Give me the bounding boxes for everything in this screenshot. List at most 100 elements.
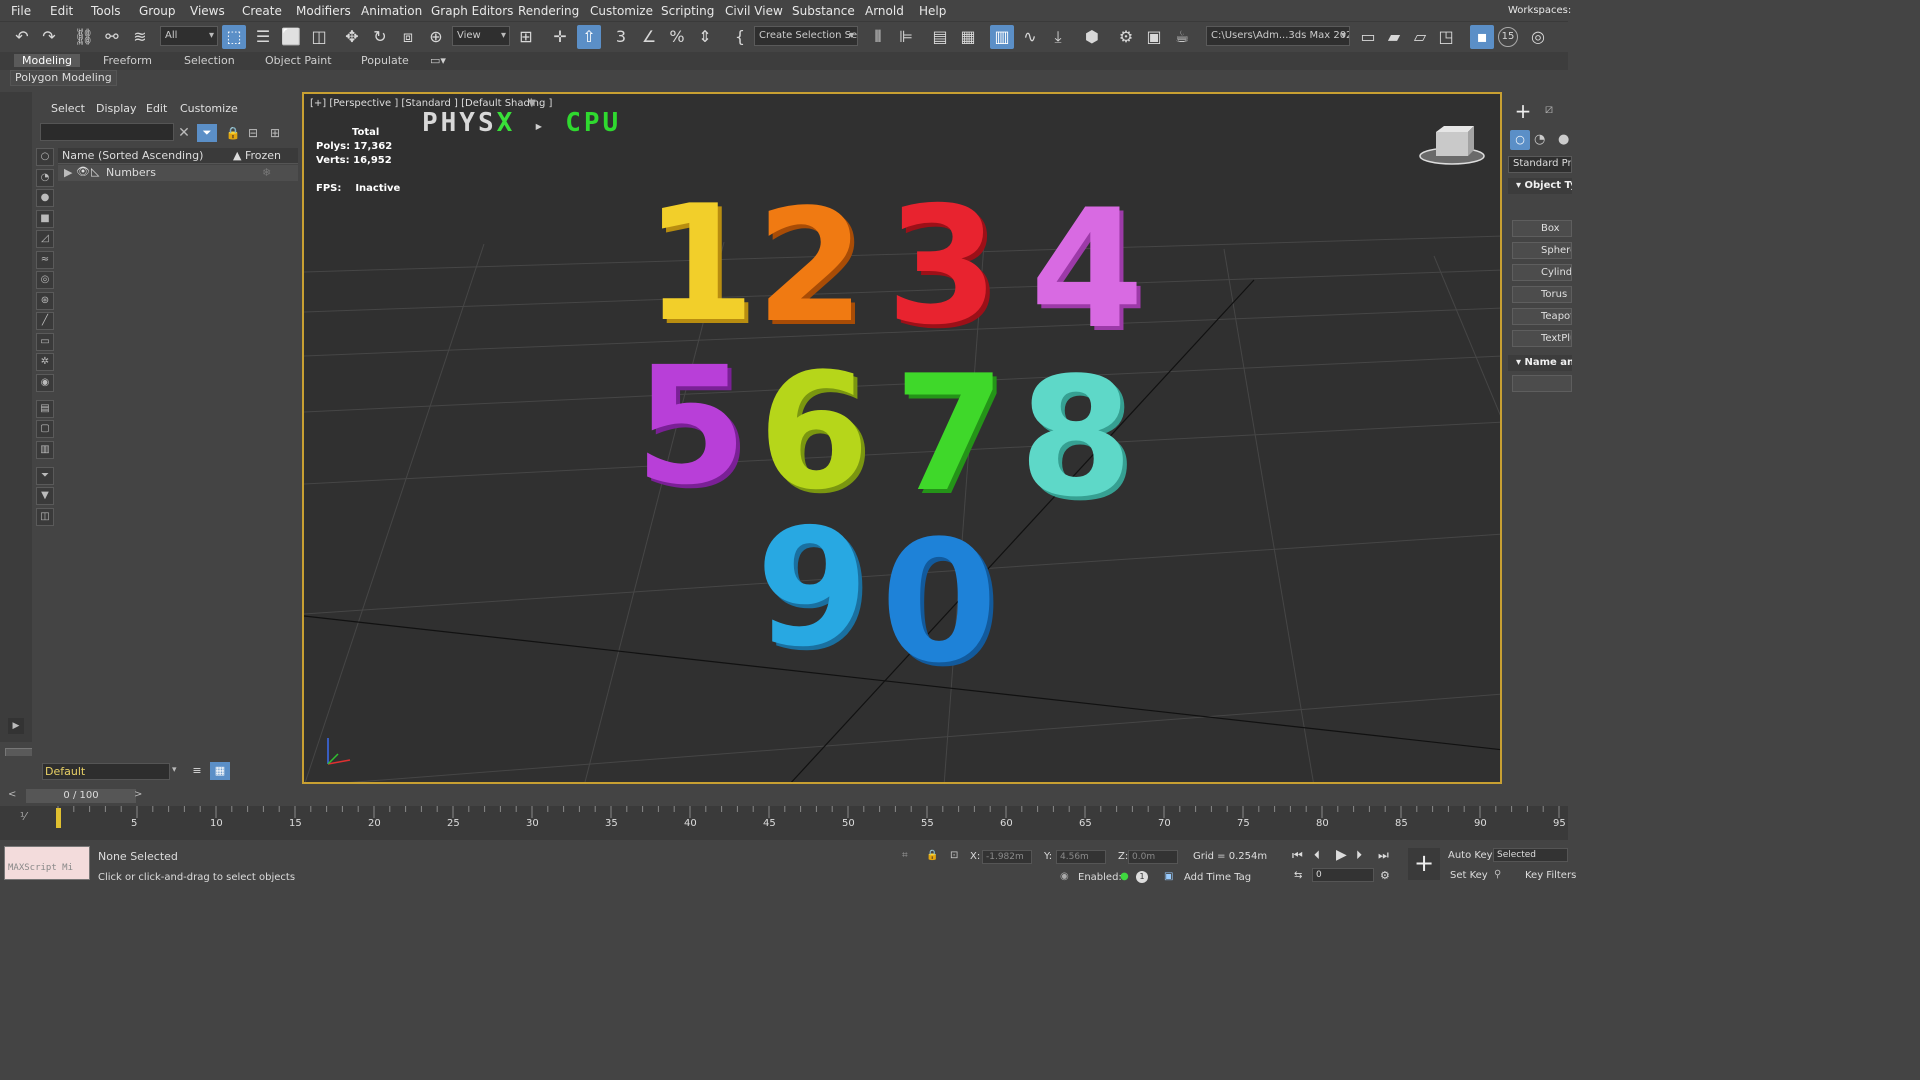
object-category-dropdown[interactable]: Standard Prim xyxy=(1508,156,1572,173)
named-selection-dropdown[interactable]: Create Selection Se xyxy=(754,26,858,46)
add-time-tag-label[interactable]: Add Time Tag xyxy=(1184,872,1251,883)
torus-button[interactable]: Torus xyxy=(1512,286,1572,303)
maxscript-listener[interactable]: MAXScript Mi xyxy=(4,846,90,880)
display-invert-icon[interactable]: ▢ xyxy=(36,420,54,438)
go-to-end-icon[interactable]: ⏭ xyxy=(1378,848,1389,863)
menu-scripting[interactable]: Scripting xyxy=(661,4,714,18)
se-menu-customize[interactable]: Customize xyxy=(180,102,238,115)
funnel-icon[interactable]: ⏷ xyxy=(36,466,54,485)
open-icon[interactable]: ▭ xyxy=(1356,25,1380,49)
workspaces-label[interactable]: Workspaces: xyxy=(1508,5,1571,16)
keyboard-shortcut-override-icon[interactable]: ⇧ xyxy=(577,25,601,49)
number-eight-model[interactable]: 8 xyxy=(1014,356,1138,520)
number-zero-model[interactable]: 0 xyxy=(880,518,998,686)
menu-views[interactable]: Views xyxy=(190,4,225,18)
layers-icon[interactable]: ≡ xyxy=(188,762,206,780)
rectangular-selection-icon[interactable]: ⬜ xyxy=(279,25,303,49)
display-geometry-icon[interactable]: ○ xyxy=(36,148,54,166)
go-to-start-icon[interactable]: ⏮ xyxy=(1292,848,1303,863)
name-color-rollout[interactable]: ▾ Name an xyxy=(1508,355,1572,371)
key-filter-icon[interactable]: ⚲ xyxy=(1494,869,1501,880)
teapot-button[interactable]: Teapot xyxy=(1512,308,1572,325)
pivot-center-icon[interactable]: ⊞ xyxy=(514,25,538,49)
snaps-toggle-icon[interactable]: 3 xyxy=(609,25,633,49)
curve-editor-mini-icon[interactable]: ⅟ xyxy=(20,810,26,823)
material-editor-icon[interactable]: ⬢ xyxy=(1080,25,1104,49)
edit-named-selections-icon[interactable]: { xyxy=(728,25,752,49)
funnel-alt-icon[interactable]: ▼ xyxy=(36,487,54,505)
auto-key-button[interactable]: Auto Key xyxy=(1448,850,1493,861)
key-filters-button[interactable]: Key Filters xyxy=(1525,870,1576,881)
folder-icon[interactable]: ▰ xyxy=(1382,25,1406,49)
layer-explorer-toggle-icon[interactable]: ▦ xyxy=(210,762,230,780)
viewcube-icon[interactable] xyxy=(1419,126,1485,165)
select-object-icon[interactable]: ⬚ xyxy=(222,25,246,49)
mirror-icon[interactable]: ⫴ xyxy=(866,25,890,49)
menu-animation[interactable]: Animation xyxy=(361,4,422,18)
number-two-model[interactable]: 2 xyxy=(756,188,865,344)
undo-icon[interactable]: ↶ xyxy=(10,25,34,49)
bind-space-warp-icon[interactable]: ≋ xyxy=(128,25,152,49)
menu-tools[interactable]: Tools xyxy=(91,4,121,18)
reference-coordinate-dropdown[interactable]: View xyxy=(452,26,510,46)
display-none-icon[interactable]: ▤ xyxy=(36,399,54,418)
align-icon[interactable]: ⊫ xyxy=(894,25,918,49)
timeline-track-bar[interactable]: ⅟ 5 10 15 20 25 30 35 40 45 50 55 60 65 70 75 80 85 90 95 xyxy=(0,806,1568,840)
rendered-frame-window-icon[interactable]: ▣ xyxy=(1142,25,1166,49)
display-all-icon[interactable]: ◉ xyxy=(36,373,54,392)
tab-object-paint[interactable]: Object Paint xyxy=(265,54,332,67)
rotate-icon[interactable]: ↻ xyxy=(368,25,392,49)
number-six-model[interactable]: 6 xyxy=(756,352,872,512)
selection-lock-icon[interactable]: 🔒 xyxy=(926,850,938,861)
freeze-icon[interactable]: ❄ xyxy=(262,166,271,179)
save-icon[interactable]: ▪ xyxy=(1470,25,1494,49)
next-frame-icon[interactable]: ⏵ xyxy=(1356,848,1362,863)
play-icon[interactable]: ▶ xyxy=(1336,847,1347,863)
display-spacewarps-icon[interactable]: ≈ xyxy=(36,250,54,269)
unlink-icon[interactable]: ⚯ xyxy=(100,25,124,49)
display-xrefs-icon[interactable]: ⊛ xyxy=(36,291,54,310)
y-coordinate-field[interactable]: 4.56m xyxy=(1056,850,1106,864)
menu-substance[interactable]: Substance xyxy=(792,4,855,18)
placement-icon[interactable]: ⊕ xyxy=(424,25,448,49)
time-slider[interactable]: < 0 / 100 > xyxy=(4,788,1504,806)
move-icon[interactable]: ✥ xyxy=(340,25,364,49)
import-icon[interactable]: ◳ xyxy=(1434,25,1458,49)
tab-freeform[interactable]: Freeform xyxy=(103,54,152,67)
display-children-icon[interactable]: ▥ xyxy=(36,440,54,459)
isolate-selection-icon[interactable]: ⌗ xyxy=(902,850,908,861)
render-setup-icon[interactable]: ⚙ xyxy=(1114,25,1138,49)
prev-frame-arrow-icon[interactable]: < xyxy=(8,789,16,800)
cylinder-button[interactable]: Cylinder xyxy=(1512,264,1572,281)
layer-hierarchy-icon[interactable]: ⊞ xyxy=(267,125,283,141)
curve-editor-icon[interactable]: ∿ xyxy=(1018,25,1042,49)
ribbon-options-icon[interactable]: ▭▾ xyxy=(430,54,446,67)
history-badge[interactable]: 15 xyxy=(1498,27,1518,47)
create-tab-icon[interactable]: + xyxy=(1512,100,1534,122)
display-helpers-icon[interactable]: ◿ xyxy=(36,230,54,248)
current-layer-field[interactable]: Default xyxy=(42,763,170,780)
menu-modifiers[interactable]: Modifiers xyxy=(296,4,351,18)
menu-arnold[interactable]: Arnold xyxy=(865,4,904,18)
layer-dropdown-icon[interactable]: ▾ xyxy=(172,765,177,775)
filter-icon[interactable]: ⏷ xyxy=(197,124,217,142)
number-seven-model[interactable]: 7 xyxy=(894,354,1005,514)
info-icon[interactable]: 1 xyxy=(1136,871,1148,883)
geometry-icon[interactable]: ○ xyxy=(1510,130,1530,150)
display-containers-icon[interactable]: ▭ xyxy=(36,332,54,351)
menu-civil-view[interactable]: Civil View xyxy=(725,4,783,18)
tab-selection[interactable]: Selection xyxy=(184,54,235,67)
menu-graph-editors[interactable]: Graph Editors xyxy=(431,4,513,18)
hierarchy-icon[interactable]: ⊟ xyxy=(245,125,261,141)
column-name[interactable]: Name (Sorted Ascending) xyxy=(62,149,203,162)
clear-search-icon[interactable]: ✕ xyxy=(176,125,192,141)
link-icon[interactable]: ⛓ xyxy=(72,25,96,49)
perspective-viewport[interactable]: [+] [Perspective ] [Standard ] [Default … xyxy=(302,92,1502,784)
current-frame-marker[interactable] xyxy=(56,808,61,828)
time-slider-thumb[interactable]: 0 / 100 xyxy=(26,789,136,803)
shapes-icon[interactable]: ◔ xyxy=(1534,132,1545,147)
key-set-dropdown[interactable]: Selected xyxy=(1493,848,1568,862)
export-icon[interactable]: ▱ xyxy=(1408,25,1432,49)
window-crossing-icon[interactable]: ◫ xyxy=(307,25,331,49)
select-manipulate-icon[interactable]: ✛ xyxy=(548,25,572,49)
